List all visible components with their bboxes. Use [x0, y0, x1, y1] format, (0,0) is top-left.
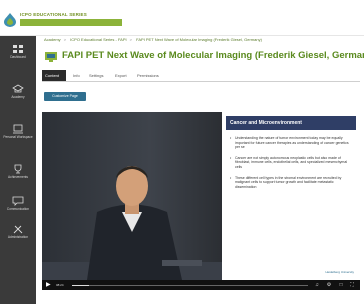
fullscreen-icon[interactable]: ⛶ [349, 282, 355, 288]
tab-content[interactable]: Content [42, 70, 66, 81]
workspace-icon [13, 124, 23, 134]
sidebar-item-achievements[interactable]: Achievements [0, 164, 36, 194]
slide-body: Understanding the nature of tumor enviro… [230, 136, 352, 195]
series-banner [20, 19, 122, 26]
page-title: FAPI PET Next Wave of Molecular Imaging … [62, 50, 364, 61]
sidebar-item-administration[interactable]: Administration [0, 224, 36, 254]
progress-fill [72, 284, 89, 286]
sidebar-item-label: Communication [6, 207, 30, 211]
sidebar-item-label: Dashboard [10, 55, 26, 59]
sidebar-item-label: Achievements [7, 175, 29, 179]
tab-info[interactable]: Info [70, 70, 83, 81]
video-player[interactable]: Cancer and Microenvironment Understandin… [42, 112, 360, 290]
trophy-icon [14, 164, 22, 174]
dashboard-icon [13, 45, 23, 53]
slide-footer-logo: Heidelberg University [325, 270, 354, 274]
chat-icon [12, 196, 24, 206]
play-icon[interactable]: ▶ [46, 282, 52, 288]
slide-bullet: Understanding the nature of tumor enviro… [230, 136, 352, 150]
sidebar-item-academy[interactable]: Academy [0, 84, 36, 114]
volume-icon[interactable]: ♫ [314, 282, 320, 288]
slide-bullet: These different cell types in the stroma… [230, 176, 352, 190]
breadcrumb-item[interactable]: Academy [44, 37, 61, 42]
tab-permissions[interactable]: Permissions [134, 70, 162, 81]
captions-icon[interactable]: □ [338, 282, 344, 288]
breadcrumb-item[interactable]: FAPI PET Next Wave of Molecular Imaging … [136, 37, 262, 42]
logo-icon [4, 13, 16, 27]
sidebar: Dashboard Academy Personal Workspace Ach… [0, 36, 36, 304]
breadcrumb-item[interactable]: ICPO Educational Series - FAPI [70, 37, 126, 42]
slide-bullet: Cancer are not simply autonomous neoplas… [230, 156, 352, 170]
course-icon [45, 52, 57, 62]
breadcrumb-separator: > [63, 37, 67, 42]
tab-settings[interactable]: Settings [86, 70, 106, 81]
sidebar-item-label: Personal Workspace [3, 135, 33, 139]
tools-icon [13, 225, 23, 234]
sidebar-item-dashboard[interactable]: Dashboard [0, 44, 36, 74]
tab-bar: Content Info Settings Export Permissions [42, 70, 360, 82]
presentation-slide: Cancer and Microenvironment Understandin… [222, 112, 360, 280]
progress-bar[interactable] [72, 284, 308, 286]
breadcrumb: Academy > ICPO Educational Series - FAPI >… [44, 37, 265, 42]
top-bar: ICPO EDUCATIONAL SERIES [0, 0, 364, 36]
current-time: 08:24 [56, 283, 64, 287]
sidebar-item-communication[interactable]: Communication [0, 196, 36, 226]
slide-title: Cancer and Microenvironment [226, 116, 356, 130]
breadcrumb-separator: > [129, 37, 132, 42]
series-title: ICPO EDUCATIONAL SERIES [20, 12, 87, 17]
tab-export[interactable]: Export [112, 70, 130, 81]
customize-page-button[interactable]: Customize Page [44, 92, 86, 101]
sidebar-item-workspace[interactable]: Personal Workspace [0, 124, 36, 154]
settings-icon[interactable]: ⚙ [326, 282, 332, 288]
video-controls: ▶ 08:24 ♫ ⚙ □ ⛶ [42, 280, 360, 290]
sidebar-item-label: Administration [7, 235, 29, 239]
speaker-figure [42, 166, 222, 280]
speaker-video [42, 112, 222, 280]
sidebar-item-label: Academy [11, 95, 25, 99]
academy-icon [12, 84, 24, 93]
